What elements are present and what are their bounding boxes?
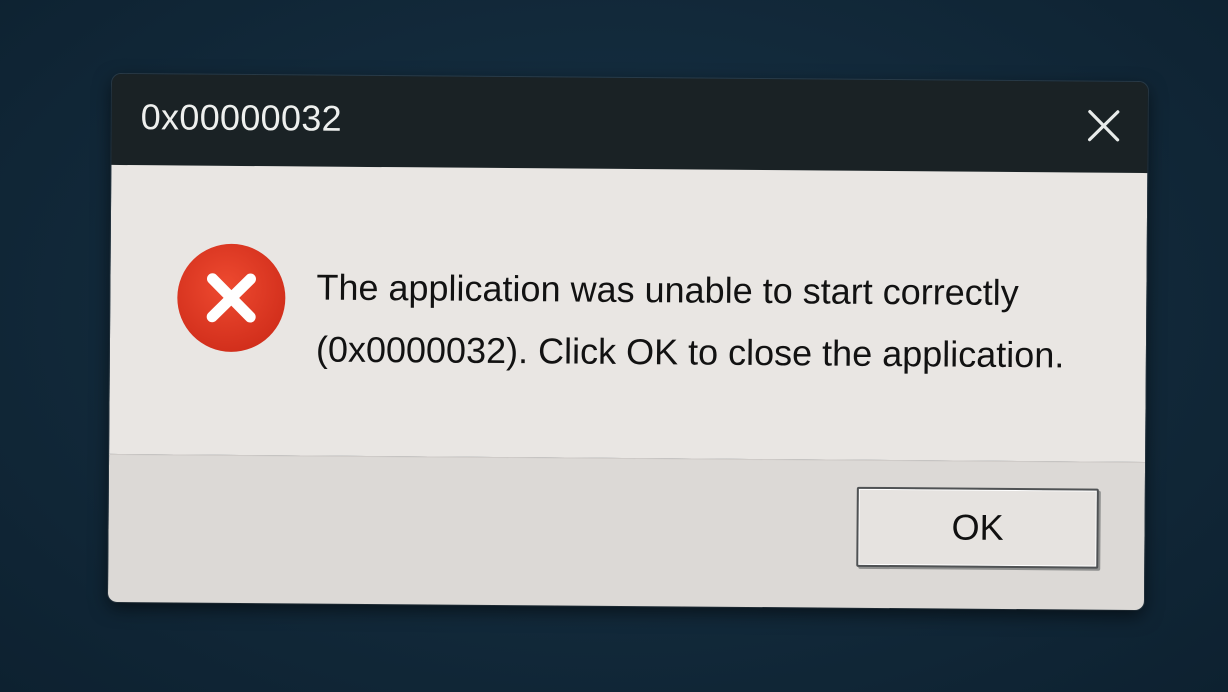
close-button[interactable] <box>1078 100 1130 152</box>
button-bar: OK <box>107 453 1146 611</box>
window-title: 0x00000032 <box>140 96 343 139</box>
title-bar[interactable]: 0x00000032 <box>111 73 1149 175</box>
error-message-line-2: (0x0000032). Click OK to close the appli… <box>315 328 1065 376</box>
error-message-line-1: The application was unable to start corr… <box>316 266 1019 314</box>
close-icon <box>1088 110 1120 142</box>
error-message: The application was unable to start corr… <box>316 257 1117 387</box>
error-dialog: 0x00000032 The application was unable to… <box>107 73 1149 611</box>
ok-button[interactable]: OK <box>856 486 1099 569</box>
error-icon <box>176 242 287 353</box>
dialog-content: The application was unable to start corr… <box>109 164 1148 463</box>
